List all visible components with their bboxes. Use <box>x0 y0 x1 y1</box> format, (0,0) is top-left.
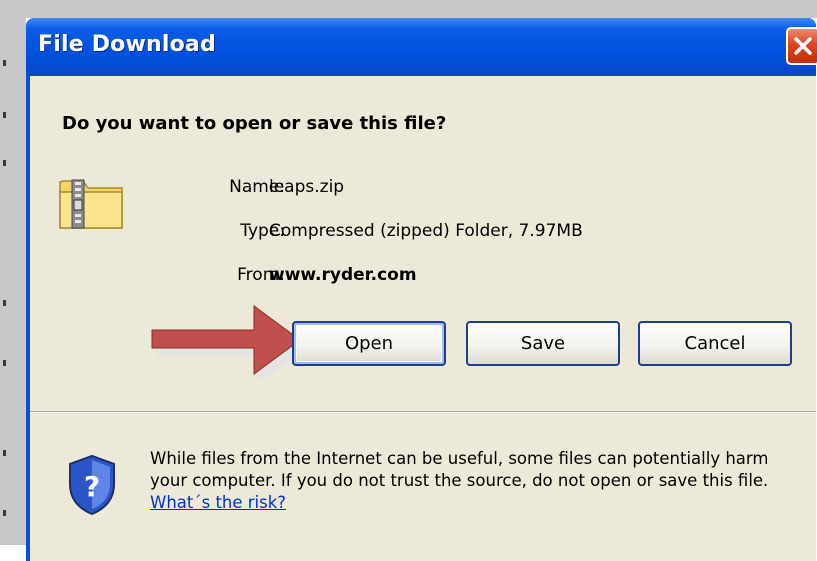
zip-folder-icon <box>59 179 123 229</box>
file-download-dialog: File Download Do you want to open or sav… <box>26 18 817 561</box>
red-arrow-pointer <box>151 305 307 382</box>
file-type: Compressed (zipped) Folder, 7.97MB <box>269 221 583 241</box>
file-name: leaps.zip <box>269 177 345 197</box>
dialog-body: Do you want to open or save this file? N… <box>30 76 816 561</box>
cancel-button[interactable]: Cancel <box>638 321 792 366</box>
close-button[interactable] <box>786 27 817 65</box>
type-label: Type: <box>240 221 285 241</box>
open-button[interactable]: Open <box>292 321 446 366</box>
window-title: File Download <box>38 32 216 57</box>
background-edge-marks <box>3 60 11 540</box>
whats-the-risk-link[interactable]: What´s the risk? <box>150 493 286 512</box>
save-button[interactable]: Save <box>466 321 620 366</box>
svg-text:?: ? <box>84 470 100 503</box>
security-shield-icon: ? <box>69 454 115 516</box>
separator <box>30 411 816 413</box>
close-icon <box>794 37 812 55</box>
title-bar[interactable]: File Download <box>26 18 817 76</box>
dialog-question: Do you want to open or save this file? <box>62 113 447 134</box>
warning-text: While files from the Internet can be use… <box>150 449 769 490</box>
from-label: From: <box>237 265 285 285</box>
file-source: www.ryder.com <box>269 265 417 285</box>
background-strip-top <box>0 0 817 18</box>
security-warning: While files from the Internet can be use… <box>150 448 790 514</box>
name-label: Name: <box>229 177 285 197</box>
